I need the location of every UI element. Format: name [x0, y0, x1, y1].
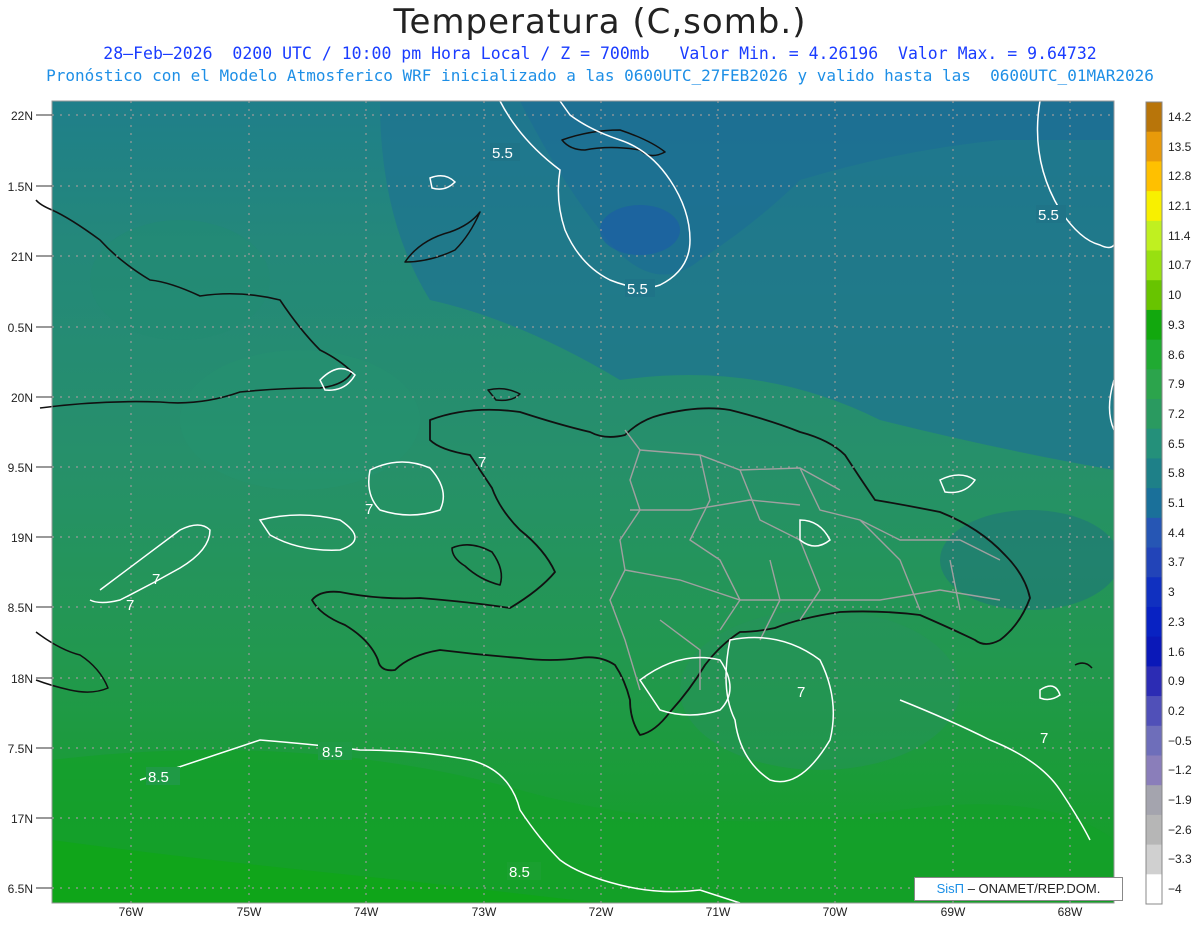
colorbar-swatch: [1146, 488, 1162, 519]
colorbar-swatch: [1146, 280, 1162, 311]
lat-label: 0.5N: [8, 321, 33, 335]
colorbar-label: 10.7: [1168, 258, 1192, 273]
contour-label: 7: [365, 501, 373, 518]
colorbar-label: 6.5: [1168, 436, 1185, 451]
colorbar-label: 7.2: [1168, 406, 1185, 421]
lon-label: 76W: [119, 905, 144, 919]
contour-label: 5.5: [1038, 207, 1059, 224]
colorbar-label: 14.2: [1168, 109, 1192, 124]
colorbar-swatch: [1146, 725, 1162, 756]
colorbar-label: −3.3: [1168, 852, 1192, 867]
latitude-ticks: [36, 114, 52, 889]
colorbar: [1145, 101, 1163, 905]
temperature-field: [52, 101, 1114, 903]
colorbar-swatch: [1146, 102, 1162, 133]
lat-label: 22N: [11, 109, 33, 123]
colorbar-label: 12.1: [1168, 199, 1192, 213]
colorbar-swatch: [1146, 666, 1162, 697]
colorbar-label: 3: [1168, 585, 1175, 600]
colorbar-swatch: [1146, 814, 1162, 846]
lon-label: 72W: [589, 905, 614, 919]
colorbar-swatch: [1146, 755, 1162, 786]
colorbar-swatch: [1146, 220, 1162, 252]
lon-label: 68W: [1058, 905, 1083, 919]
colorbar-label: 3.7: [1168, 555, 1185, 570]
colorbar-swatch: [1146, 250, 1162, 281]
colorbar-swatch: [1146, 369, 1162, 400]
lat-label: 17N: [11, 812, 33, 826]
lat-label: 8.5N: [8, 601, 33, 615]
colorbar-swatch: [1146, 636, 1162, 667]
colorbar-label: −1.9: [1168, 793, 1192, 807]
temperature-map: 5.5 5.5 5.5 7 7 7 7 8.5 8.5 8.5 7 7 22N …: [8, 100, 1163, 919]
lon-label: 74W: [354, 905, 379, 919]
colorbar-label: 1.6: [1168, 644, 1185, 659]
colorbar-label: 2.3: [1168, 614, 1185, 629]
contour-label: 7: [152, 571, 160, 588]
colorbar-swatch: [1146, 458, 1162, 489]
colorbar-label: 12.8: [1168, 169, 1192, 184]
colorbar-swatch: [1146, 309, 1162, 341]
colorbar-label: 5.1: [1168, 496, 1185, 510]
lat-label: 1.5N: [8, 180, 33, 194]
colorbar-label: 10: [1168, 288, 1182, 303]
colorbar-swatch: [1146, 606, 1162, 638]
sispi-logo: SisΠ: [936, 881, 965, 896]
colorbar-swatch: [1146, 339, 1162, 370]
lon-label: 70W: [823, 905, 848, 919]
colorbar-label: 9.3: [1168, 317, 1185, 332]
colorbar-label: −4: [1168, 882, 1182, 897]
lat-label: 21N: [11, 250, 33, 264]
colorbar-label: 4.4: [1168, 525, 1185, 540]
colorbar-swatch: [1146, 696, 1162, 727]
contour-label: 7: [478, 454, 486, 471]
colorbar-swatch: [1146, 547, 1162, 578]
colorbar-swatch: [1146, 844, 1162, 875]
colorbar-swatch: [1146, 428, 1162, 459]
credit-text: – ONAMET/REP.DOM.: [967, 881, 1101, 896]
contour-label: 8.5: [509, 864, 530, 881]
colorbar-swatch: [1146, 131, 1162, 162]
credit-box: SisΠ – ONAMET/REP.DOM.: [914, 877, 1123, 901]
colorbar-label: 7.9: [1168, 377, 1185, 392]
colorbar-swatch: [1146, 517, 1162, 549]
contour-label: 5.5: [627, 281, 648, 298]
colorbar-swatch: [1146, 577, 1162, 608]
latitude-labels: 22N 1.5N 21N 0.5N 20N 9.5N 19N 8.5N 18N …: [8, 109, 33, 896]
contour-label: 7: [126, 597, 134, 614]
lon-label: 69W: [941, 905, 966, 919]
lat-label: 7.5N: [8, 742, 33, 756]
lat-label: 6.5N: [8, 882, 33, 896]
colorbar-swatch: [1146, 785, 1162, 816]
colorbar-label: 11.4: [1168, 228, 1191, 243]
lat-label: 9.5N: [8, 461, 33, 475]
colorbar-swatch: [1146, 399, 1162, 430]
lon-label: 71W: [706, 905, 731, 919]
colorbar-label: −1.2: [1168, 763, 1192, 778]
colorbar-swatch: [1146, 161, 1162, 192]
colorbar-label: −2.6: [1168, 822, 1192, 837]
lon-label: 73W: [472, 905, 497, 919]
contour-label: 7: [1040, 730, 1048, 747]
contour-label: 5.5: [492, 145, 513, 162]
longitude-labels: 76W 75W 74W 73W 72W 71W 70W 69W 68W: [119, 905, 1083, 919]
lat-label: 20N: [11, 391, 33, 405]
lat-label: 18N: [11, 672, 33, 686]
colorbar-label: 0.9: [1168, 674, 1185, 689]
colorbar-swatch: [1146, 874, 1162, 905]
colorbar-label: 5.8: [1168, 466, 1185, 481]
colorbar-swatch: [1146, 191, 1162, 222]
colorbar-label: 8.6: [1168, 347, 1185, 362]
colorbar-label: 0.2: [1168, 703, 1185, 718]
contour-label: 8.5: [322, 744, 343, 761]
contour-label: 7: [797, 684, 805, 701]
colorbar-label: −0.5: [1168, 733, 1192, 748]
contour-label: 8.5: [148, 769, 169, 786]
lon-label: 75W: [237, 905, 262, 919]
lat-label: 19N: [11, 531, 33, 545]
colorbar-label: 13.5: [1168, 139, 1192, 154]
